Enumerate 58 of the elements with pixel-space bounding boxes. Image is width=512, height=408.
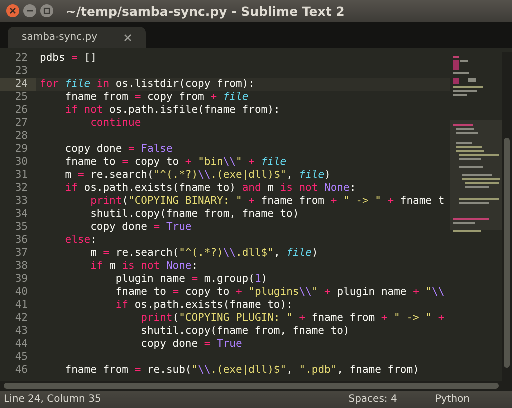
- close-icon[interactable]: [124, 34, 132, 42]
- line-number: 45: [14, 351, 29, 364]
- line-number: 37: [14, 247, 29, 260]
- line-number: 35: [14, 221, 29, 234]
- code-line: shutil.copy(fname_from, fname_to): [140, 325, 350, 337]
- code-line: if not os.path.isfile(fname_from):: [64, 104, 280, 116]
- code-line: m = re.search("^(.*?)\\.dll$", file): [90, 247, 318, 259]
- code-line: copy_done = True: [90, 221, 192, 233]
- code-line: copy_done = False: [64, 143, 173, 155]
- line-number: 24: [0, 78, 36, 91]
- syntax-setting[interactable]: Python: [435, 394, 470, 405]
- horizontal-scrollbar[interactable]: [0, 381, 512, 391]
- line-number: 38: [14, 260, 29, 273]
- line-number: 42: [14, 312, 29, 325]
- code-line: pdbs = []: [40, 52, 97, 64]
- line-number: 41: [14, 299, 29, 312]
- line-number: 23: [14, 65, 29, 78]
- code-line: fname_from = re.sub("\\.(exe|dll)$", ".pdb", fname_from): [64, 364, 420, 376]
- line-number: 27: [14, 117, 29, 130]
- line-number: 34: [14, 208, 29, 221]
- code-line: copy_done = True: [140, 338, 242, 350]
- line-number: 39: [14, 273, 29, 286]
- code-line: fname_to = copy_to + "plugins\\" + plugin_name + "\\: [114, 286, 445, 298]
- code-line: m = re.search("^(.*?)\\.(exe|dll)$", file): [64, 169, 331, 181]
- line-number: 30: [14, 156, 29, 169]
- code-line: print("COPYING BINARY: " + fname_from + " -> " + fname_t: [90, 195, 445, 207]
- code-line: fname_to = copy_to + "bin\\" + file: [64, 156, 287, 168]
- code-line: shutil.copy(fname_from, fname_to): [90, 208, 300, 220]
- code-line: else:: [64, 234, 97, 246]
- line-number: 26: [14, 104, 29, 117]
- code-line: for file in os.listdir(copy_from):: [40, 78, 255, 90]
- line-number: 36: [14, 234, 29, 247]
- line-number: 46: [14, 364, 29, 377]
- code-line: continue: [90, 117, 142, 129]
- indentation-setting[interactable]: Spaces: 4: [348, 394, 398, 405]
- line-number: 22: [14, 52, 29, 65]
- window-title: ~/temp/samba-sync.py - Sublime Text 2: [66, 4, 345, 18]
- line-number: 44: [14, 338, 29, 351]
- code-line: if os.path.exists(fname_to) and m is not None:: [64, 182, 356, 194]
- minimize-icon[interactable]: [23, 4, 37, 18]
- line-number: 43: [14, 325, 29, 338]
- line-number: 25: [14, 91, 29, 104]
- code-line: print("COPYING PLUGIN: " + fname_from + " -> " +: [140, 312, 445, 324]
- line-number: 31: [14, 169, 29, 182]
- line-number: 28: [14, 130, 29, 143]
- cursor-position: Line 24, Column 35: [4, 394, 102, 405]
- line-number: 40: [14, 286, 29, 299]
- code-line: fname_from = copy_from + file: [64, 91, 249, 103]
- code-line: plugin_name = m.group(1): [114, 273, 268, 285]
- line-number: 32: [14, 182, 29, 195]
- line-number: 33: [14, 195, 29, 208]
- code-line: if os.path.exists(fname_to):: [114, 299, 293, 311]
- maximize-icon[interactable]: [40, 4, 54, 18]
- file-tab[interactable]: samba-sync.py: [8, 27, 146, 48]
- close-icon[interactable]: [6, 4, 20, 18]
- code-line: if m is not None:: [90, 260, 198, 272]
- vertical-scrollbar[interactable]: [502, 52, 512, 381]
- line-number: 29: [14, 143, 29, 156]
